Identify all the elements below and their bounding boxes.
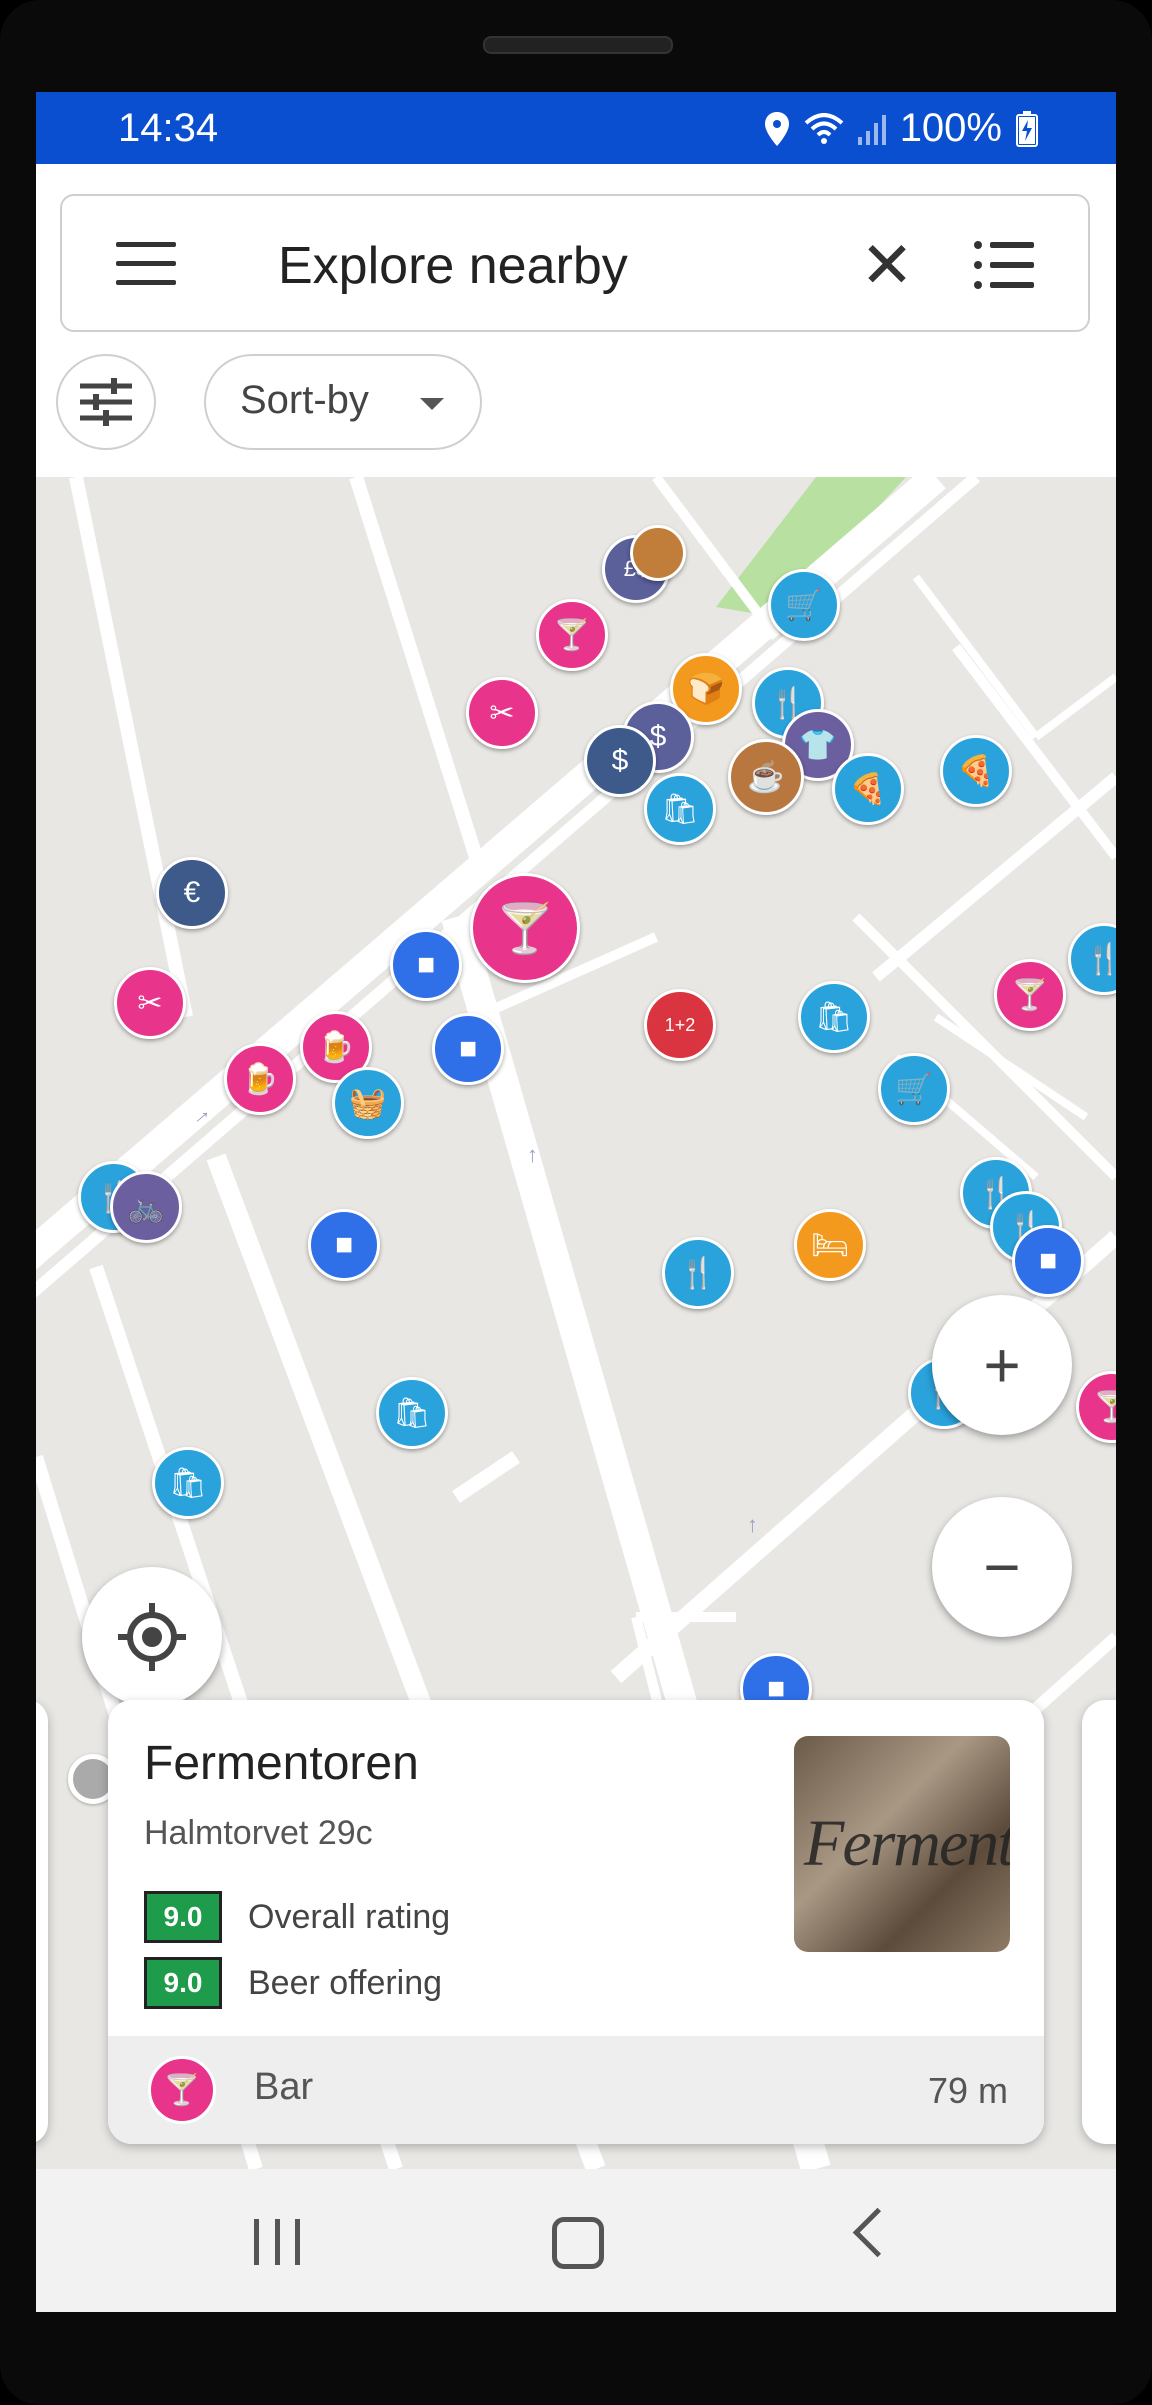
- svg-text:→: →: [736, 1515, 761, 1537]
- close-icon[interactable]: ✕: [852, 230, 922, 300]
- previous-card-peek[interactable]: [36, 1700, 48, 2144]
- shop-poi-left-bottom[interactable]: 🛍: [152, 1447, 224, 1519]
- location-icon: [764, 111, 789, 146]
- system-nav-bar: [36, 2169, 1116, 2312]
- my-location-icon: [118, 1603, 186, 1671]
- restaurant-poi-mid[interactable]: 🍴: [662, 1237, 734, 1309]
- status-right: 100%: [764, 106, 1038, 151]
- zoom-in-button[interactable]: +: [932, 1295, 1072, 1435]
- shopping-cart-poi-top[interactable]: 🛒: [768, 569, 840, 641]
- beer-poi-2[interactable]: 🍺: [224, 1043, 296, 1115]
- photo-logo-text: Fermentoren: [804, 1807, 1010, 1880]
- status-time: 14:34: [118, 106, 219, 150]
- place-photo[interactable]: Fermentoren: [794, 1736, 1010, 1952]
- battery-charging-icon: [1016, 110, 1038, 147]
- coffee-poi-top[interactable]: [630, 525, 686, 581]
- parking-poi-2[interactable]: ■: [432, 1013, 504, 1085]
- rating-label: Beer offering: [248, 1963, 443, 2002]
- svg-text:→: →: [516, 1145, 541, 1167]
- hairdresser-poi-left[interactable]: ✂: [114, 967, 186, 1039]
- screen: 14:34 100% Explore nearby ✕ Sort-by → → …: [36, 92, 1116, 2312]
- chevron-down-icon: [420, 398, 444, 410]
- card-footer: 🍸 Bar 79 m: [108, 2036, 1044, 2144]
- bicycle-poi[interactable]: 🚲: [110, 1171, 182, 1243]
- hairdresser-poi-top[interactable]: ✂: [466, 677, 538, 749]
- phone-speaker: [483, 36, 673, 54]
- sort-by-dropdown[interactable]: Sort-by: [204, 354, 482, 450]
- school-poi[interactable]: 1+2: [644, 989, 716, 1061]
- shop-poi-mid[interactable]: 🛍: [798, 981, 870, 1053]
- my-location-button[interactable]: [82, 1567, 222, 1707]
- wifi-icon: [804, 112, 844, 144]
- home-icon[interactable]: [552, 2217, 604, 2269]
- bar-poi-selected[interactable]: 🍸: [470, 873, 580, 983]
- rating-row-overall: 9.0 Overall rating: [144, 1890, 450, 1944]
- bar-poi-right[interactable]: 🍸: [994, 959, 1066, 1031]
- grocery-basket-poi[interactable]: 🧺: [332, 1067, 404, 1139]
- exchange-poi-left[interactable]: €: [156, 857, 228, 929]
- recents-icon[interactable]: [254, 2219, 300, 2265]
- filter-button[interactable]: [56, 354, 156, 450]
- shop-poi-top[interactable]: 🛍: [644, 773, 716, 845]
- rating-row-beer: 9.0 Beer offering: [144, 1956, 442, 2010]
- zoom-out-button[interactable]: −: [932, 1497, 1072, 1637]
- hotel-poi[interactable]: 🛏: [794, 1209, 866, 1281]
- pizza-poi-1[interactable]: 🍕: [832, 753, 904, 825]
- signal-icon: [857, 114, 886, 145]
- place-title: Fermentoren: [144, 1737, 419, 1790]
- parking-poi-1[interactable]: ■: [390, 929, 462, 1001]
- back-icon[interactable]: [852, 2207, 903, 2258]
- parking-poi-5[interactable]: ■: [1012, 1225, 1084, 1297]
- battery-percent: 100%: [899, 106, 1002, 150]
- filter-sliders-icon: [80, 378, 132, 426]
- list-view-icon[interactable]: [974, 241, 1034, 289]
- hamburger-icon[interactable]: [116, 242, 176, 286]
- place-card[interactable]: Fermentoren Halmtorvet 29c 9.0 Overall r…: [108, 1700, 1044, 2144]
- shopping-cart-poi-mid[interactable]: 🛒: [878, 1053, 950, 1125]
- shop-poi-bottom[interactable]: 🛍: [376, 1377, 448, 1449]
- search-input[interactable]: Explore nearby: [278, 236, 628, 296]
- place-address: Halmtorvet 29c: [144, 1814, 373, 1852]
- pizza-poi-2[interactable]: 🍕: [940, 735, 1012, 807]
- parking-poi-3[interactable]: ■: [308, 1209, 380, 1281]
- rating-badge: 9.0: [144, 1957, 222, 2009]
- category-label: Bar: [254, 2066, 314, 2108]
- rating-label: Overall rating: [248, 1897, 451, 1936]
- cafe-poi[interactable]: ☕: [728, 739, 804, 815]
- status-bar: 14:34 100%: [36, 92, 1116, 164]
- sort-by-label: Sort-by: [240, 378, 369, 422]
- search-box[interactable]: Explore nearby ✕: [60, 194, 1090, 332]
- top-bar: Explore nearby ✕ Sort-by: [36, 164, 1116, 464]
- next-card-peek[interactable]: [1082, 1700, 1116, 2144]
- phone-frame: 14:34 100% Explore nearby ✕ Sort-by → → …: [0, 0, 1152, 2405]
- distance-label: 79 m: [927, 2070, 1008, 2111]
- atm-poi[interactable]: $: [584, 725, 656, 797]
- rating-badge: 9.0: [144, 1891, 222, 1943]
- bar-poi-top[interactable]: 🍸: [536, 599, 608, 671]
- cocktail-icon: 🍸: [148, 2056, 216, 2124]
